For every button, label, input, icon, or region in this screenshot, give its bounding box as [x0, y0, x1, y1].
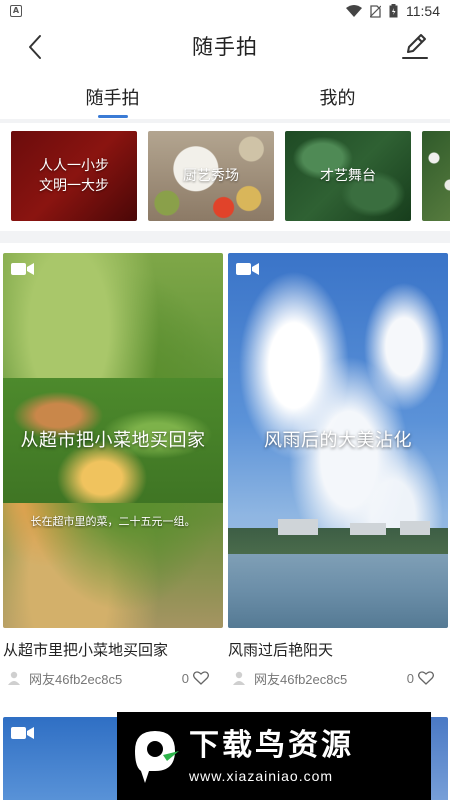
- wifi-icon: [346, 5, 362, 17]
- category-strip: 人人一小步 文明一大步 厨艺秀场 才艺舞台: [0, 123, 450, 231]
- category-label: 才艺舞台: [320, 168, 376, 184]
- watermark-url: www.xiazainiao.com: [189, 768, 334, 784]
- post-title[interactable]: 风雨过后艳阳天: [228, 639, 448, 660]
- post-overlay-title: 从超市把小菜地买回家: [20, 430, 206, 451]
- video-camera-icon: [236, 263, 259, 275]
- divider: [0, 231, 450, 243]
- category-civility[interactable]: 人人一小步 文明一大步: [11, 131, 137, 221]
- category-label: 人人一小步 文明一大步: [39, 158, 109, 194]
- building: [278, 519, 318, 535]
- compose-button[interactable]: [398, 28, 432, 64]
- post-title[interactable]: 从超市里把小菜地买回家: [3, 639, 223, 660]
- watermark-title: 下载鸟资源: [189, 728, 354, 763]
- tab-bar: 随手拍 我的: [0, 74, 450, 118]
- category-label: [422, 131, 450, 221]
- top-bar: 随手拍: [0, 22, 450, 70]
- post-card: 风雨后的大美沾化 风雨过后艳阳天 网友46fb2ec8c5 0: [228, 253, 448, 688]
- post-thumbnail[interactable]: 风雨后的大美沾化: [228, 253, 448, 628]
- category-label: 厨艺秀场: [183, 168, 239, 184]
- video-camera-icon: [11, 727, 34, 739]
- user-icon: [233, 671, 245, 685]
- post-author: 网友46fb2ec8c5: [29, 671, 123, 687]
- category-cooking[interactable]: 厨艺秀场: [148, 131, 274, 221]
- heart-icon[interactable]: [193, 671, 209, 685]
- post-overlay-title: 风雨后的大美沾化: [264, 430, 412, 451]
- post-overlay-subtitle: 长在超市里的菜，二十五元一组。: [30, 515, 196, 528]
- like-count: 0: [406, 670, 414, 686]
- status-bar: A 11:54: [0, 0, 450, 22]
- back-arrow-icon: [29, 35, 41, 59]
- user-icon: [8, 671, 20, 685]
- post-card: 从超市把小菜地买回家 长在超市里的菜，二十五元一组。 从超市里把小菜地买回家 网…: [3, 253, 223, 688]
- building: [400, 521, 430, 535]
- post-thumbnail[interactable]: 从超市把小菜地买回家 长在超市里的菜，二十五元一组。: [3, 253, 223, 628]
- post-meta: 网友46fb2ec8c5 0: [3, 668, 223, 688]
- page-title: 随手拍: [192, 35, 258, 59]
- pencil-icon: [402, 34, 428, 59]
- category-talent[interactable]: 才艺舞台: [285, 131, 411, 221]
- like-count: 0: [181, 670, 189, 686]
- back-button[interactable]: [18, 30, 52, 64]
- notification-badge: A: [10, 5, 22, 17]
- video-camera-icon: [11, 263, 34, 275]
- battery-icon: [389, 4, 398, 18]
- bird-logo-icon: [135, 731, 179, 783]
- post-author: 网友46fb2ec8c5: [254, 671, 348, 687]
- heart-icon[interactable]: [418, 671, 434, 685]
- building: [350, 523, 386, 535]
- no-sim-icon: [370, 4, 381, 18]
- watermark-banner: 下载鸟资源 www.xiazainiao.com: [117, 712, 431, 800]
- tab-mine[interactable]: 我的: [225, 74, 450, 118]
- tab-snapshot[interactable]: 随手拍: [0, 74, 225, 118]
- post-meta: 网友46fb2ec8c5 0: [228, 668, 448, 688]
- category-more[interactable]: [422, 131, 450, 221]
- status-time: 11:54: [406, 3, 440, 19]
- lake: [228, 554, 448, 628]
